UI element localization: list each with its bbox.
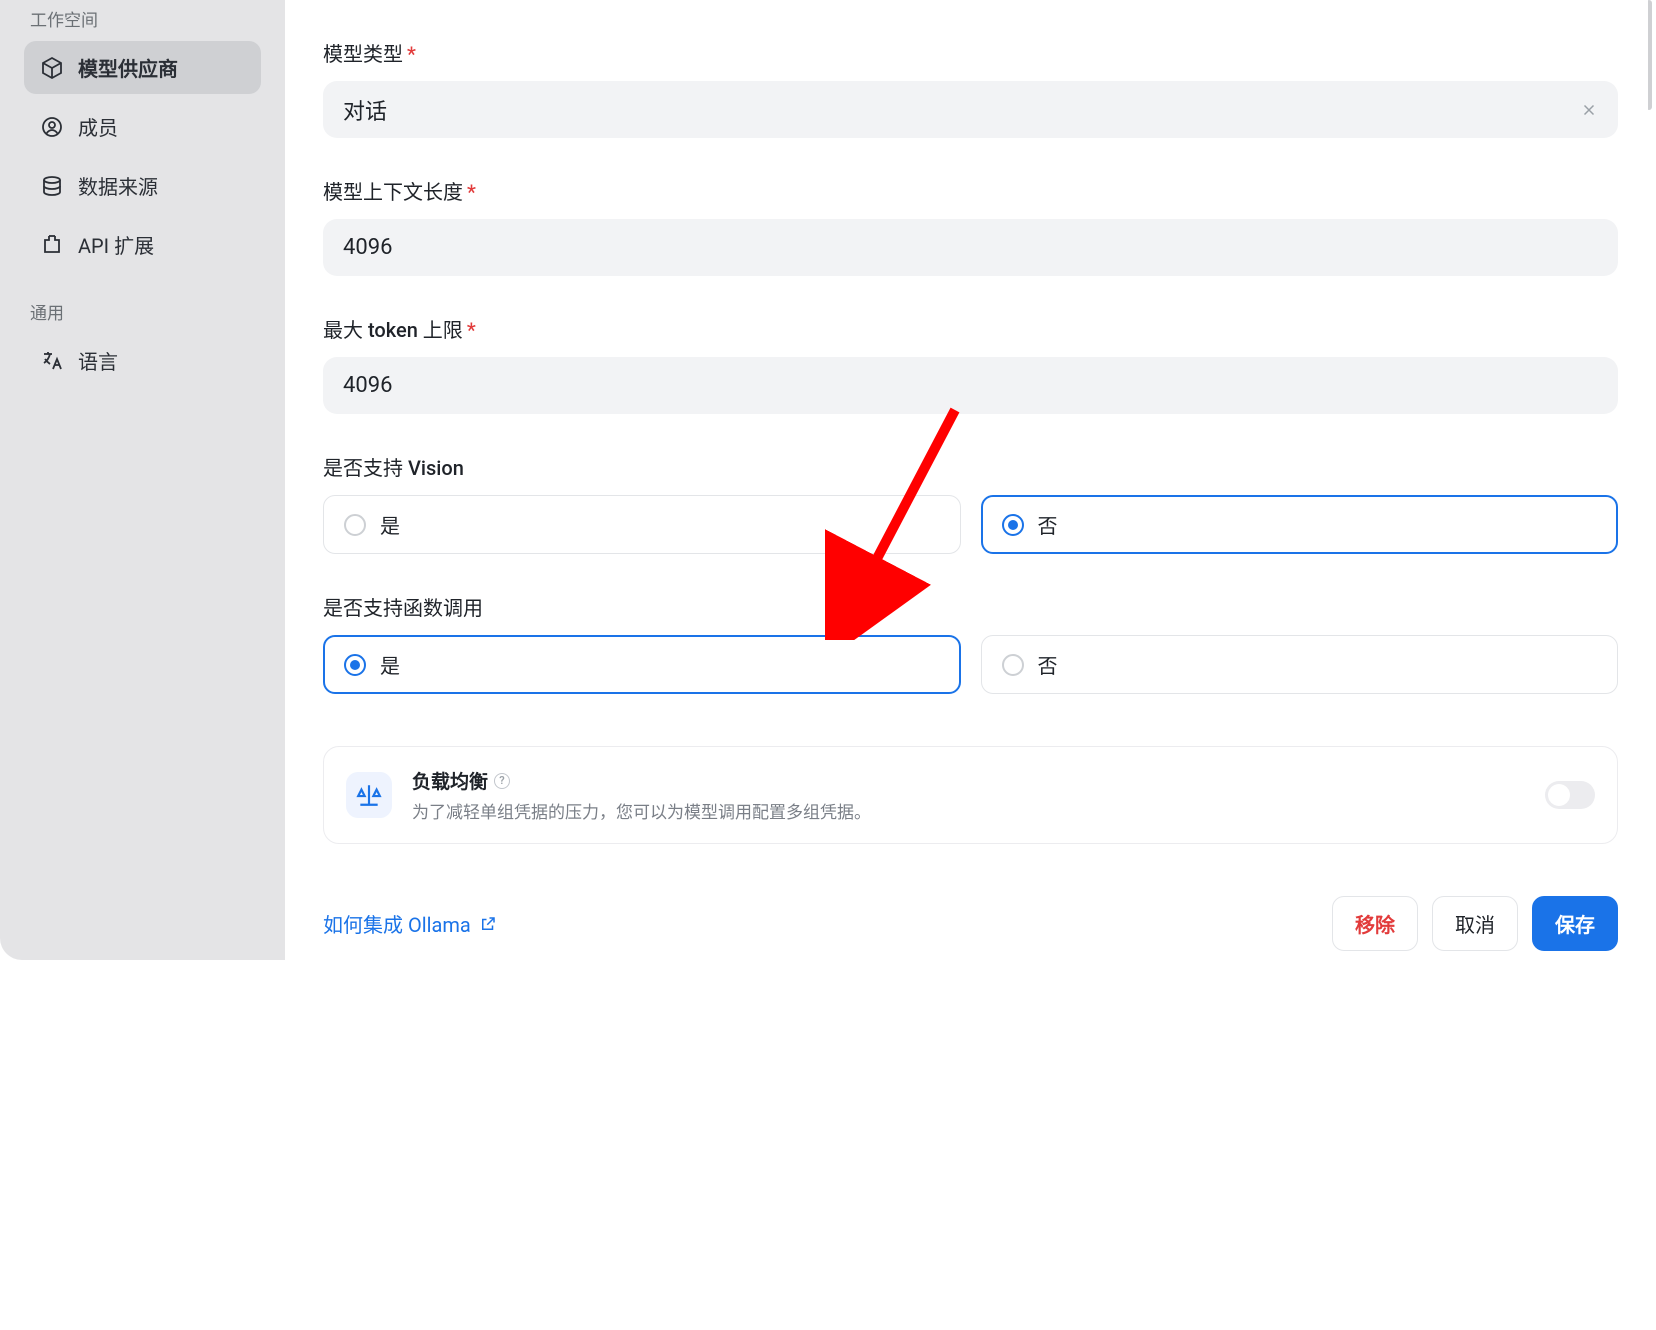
sidebar: 工作空间 模型供应商 成员 数据来源 API 扩展 通用 语言 <box>0 0 285 960</box>
load-balance-text: 负载均衡 ? 为了减轻单组凭据的压力，您可以为模型调用配置多组凭据。 <box>412 767 1525 823</box>
users-icon <box>40 115 64 139</box>
integration-help-link[interactable]: 如何集成 Ollama <box>323 909 497 938</box>
radio-label: 否 <box>1038 510 1058 539</box>
load-balance-toggle[interactable] <box>1545 781 1595 809</box>
radio-icon <box>1002 514 1024 536</box>
sidebar-item-data-source[interactable]: 数据来源 <box>24 159 261 212</box>
required-indicator: * <box>467 180 476 204</box>
cube-icon <box>40 56 64 80</box>
sidebar-item-label: 语言 <box>78 346 118 375</box>
sidebar-item-label: 数据来源 <box>78 171 158 200</box>
vision-radio-group: 是 否 <box>323 495 1618 554</box>
required-indicator: * <box>467 318 476 342</box>
sidebar-item-label: 成员 <box>78 112 118 141</box>
required-indicator: * <box>407 42 416 66</box>
remove-button[interactable]: 移除 <box>1332 896 1418 951</box>
radio-icon <box>1002 654 1024 676</box>
language-icon <box>40 349 64 373</box>
scrollbar[interactable] <box>1646 0 1652 110</box>
field-model-type: 模型类型* <box>323 38 1618 138</box>
load-balance-desc: 为了减轻单组凭据的压力，您可以为模型调用配置多组凭据。 <box>412 798 1525 823</box>
sidebar-item-label: API 扩展 <box>78 230 154 259</box>
function-call-no-option[interactable]: 否 <box>981 635 1619 694</box>
sidebar-section-general-title: 通用 <box>30 299 261 324</box>
radio-icon <box>344 514 366 536</box>
sidebar-section-workspace-title: 工作空间 <box>30 6 261 31</box>
function-call-yes-option[interactable]: 是 <box>323 635 961 694</box>
field-context-length: 模型上下文长度* <box>323 176 1618 276</box>
main-panel: 模型类型* 模型上下文长度* 最大 token 上限* 是否支持 Vision … <box>285 0 1656 1330</box>
clear-icon[interactable] <box>1578 99 1600 121</box>
sidebar-item-label: 模型供应商 <box>78 53 178 82</box>
load-balance-title: 负载均衡 ? <box>412 767 1525 794</box>
function-call-label: 是否支持函数调用 <box>323 592 1618 621</box>
sidebar-item-members[interactable]: 成员 <box>24 100 261 153</box>
database-icon <box>40 174 64 198</box>
context-length-label: 模型上下文长度* <box>323 176 1618 205</box>
sidebar-item-api-extensions[interactable]: API 扩展 <box>24 218 261 271</box>
field-vision-support: 是否支持 Vision 是 否 <box>323 452 1618 554</box>
radio-label: 是 <box>380 650 400 679</box>
context-length-input[interactable] <box>323 219 1618 276</box>
max-tokens-input[interactable] <box>323 357 1618 414</box>
save-button[interactable]: 保存 <box>1532 896 1618 951</box>
plugin-icon <box>40 233 64 257</box>
footer: 如何集成 Ollama 移除 取消 保存 <box>323 896 1618 951</box>
radio-label: 否 <box>1038 650 1058 679</box>
model-type-input[interactable] <box>323 81 1618 138</box>
field-max-tokens: 最大 token 上限* <box>323 314 1618 414</box>
sidebar-item-language[interactable]: 语言 <box>24 334 261 387</box>
radio-label: 是 <box>380 510 400 539</box>
radio-icon <box>344 654 366 676</box>
max-tokens-label: 最大 token 上限* <box>323 314 1618 343</box>
field-function-call-support: 是否支持函数调用 是 否 <box>323 592 1618 694</box>
footer-actions: 移除 取消 保存 <box>1332 896 1618 951</box>
cancel-button[interactable]: 取消 <box>1432 896 1518 951</box>
model-type-label: 模型类型* <box>323 38 1618 67</box>
balance-icon <box>346 772 392 818</box>
vision-label: 是否支持 Vision <box>323 452 1618 481</box>
model-type-input-wrapper <box>323 81 1618 138</box>
vision-no-option[interactable]: 否 <box>981 495 1619 554</box>
vision-yes-option[interactable]: 是 <box>323 495 961 554</box>
help-icon[interactable]: ? <box>494 773 510 789</box>
function-call-radio-group: 是 否 <box>323 635 1618 694</box>
sidebar-item-model-providers[interactable]: 模型供应商 <box>24 41 261 94</box>
external-link-icon <box>479 915 497 933</box>
load-balance-card: 负载均衡 ? 为了减轻单组凭据的压力，您可以为模型调用配置多组凭据。 <box>323 746 1618 844</box>
